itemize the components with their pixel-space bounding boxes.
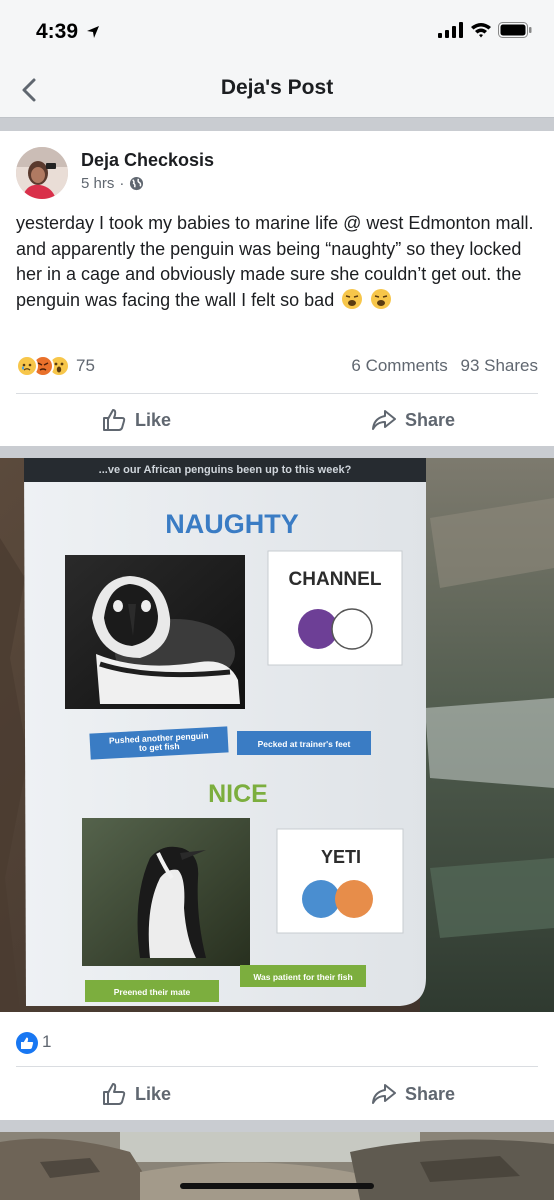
orange-band-icon [335,880,373,918]
meta-separator: · [119,175,125,192]
page-title: Deja's Post [220,76,334,99]
divider [16,393,538,394]
board-header-text: ...ve our African penguins been up to th… [99,464,352,476]
reaction-count: 75 [76,356,95,375]
like-label: Like [135,409,172,430]
photo-share-label: Share [405,1083,456,1104]
post-text: yesterday I took my babies to marine lif… [16,213,534,310]
battery-icon [498,22,532,38]
share-label: Share [405,409,456,430]
comments-count[interactable]: 6 Comments [351,356,447,375]
blue-band-icon [302,880,340,918]
signal-icon [438,22,463,38]
nice-heading: NICE [208,780,268,808]
photo-share-button[interactable]: Share [371,1069,455,1119]
like-reaction-icon[interactable] [16,1032,38,1054]
sad-reaction-icon [16,355,38,377]
divider [16,1066,538,1067]
comment-share-counts: 6 Comments 93 Shares [343,356,538,376]
naughty-penguin-name: CHANNEL [289,569,382,590]
naughty-tag-2: Pecked at trainer's feet [258,739,351,749]
photo-like-label: Like [135,1083,172,1104]
home-indicator[interactable] [180,1183,374,1189]
white-band-icon [331,608,373,650]
next-post-photo[interactable] [0,1132,554,1200]
like-button[interactable]: Like [101,395,171,445]
post-photo[interactable]: ...ve our African penguins been up to th… [0,458,554,1012]
post-card: Deja Checkosis 5 hrs · yesterday I took … [0,131,554,446]
photo-reactions-card: 1 Like Share [0,1012,554,1120]
nice-tag-1: Preened their mate [114,987,191,997]
nice-penguin-name: YETI [321,847,361,867]
photo-like-button[interactable]: Like [101,1069,171,1119]
post-actions: Like Share [0,395,554,445]
photo-like-count[interactable]: 1 [42,1032,51,1052]
photo-actions: Like Share [0,1069,554,1119]
thumbs-up-icon [103,1083,126,1105]
naughty-heading: NAUGHTY [165,509,299,539]
penguin-board-photo: ...ve our African penguins been up to th… [0,458,554,1012]
share-arrow-icon [372,410,396,430]
thumbs-up-icon [103,409,126,431]
shares-count[interactable]: 93 Shares [461,356,539,375]
avatar-image [16,147,68,199]
navigation-bar: Deja's Post [0,64,554,118]
post-time: 5 hrs [81,175,115,192]
location-arrow-icon [86,26,99,38]
weary-face-icon [342,288,363,309]
avatar[interactable] [16,147,68,199]
post-meta: 5 hrs · [81,175,144,192]
rock-photo [0,1132,554,1200]
share-button[interactable]: Share [371,395,455,445]
reactions-summary[interactable]: 75 [16,355,95,377]
globe-icon [130,176,144,191]
share-arrow-icon [372,1084,396,1104]
nice-tag-2: Was patient for their fish [253,972,352,982]
status-indicators [438,22,532,38]
status-time: 4:39 [36,20,100,44]
wifi-icon [471,23,491,38]
author-name[interactable]: Deja Checkosis [81,150,214,171]
weary-face-icon [371,288,392,309]
status-bar: 4:39 [0,0,554,64]
post-stats: 75 6 Comments 93 Shares [16,353,538,383]
